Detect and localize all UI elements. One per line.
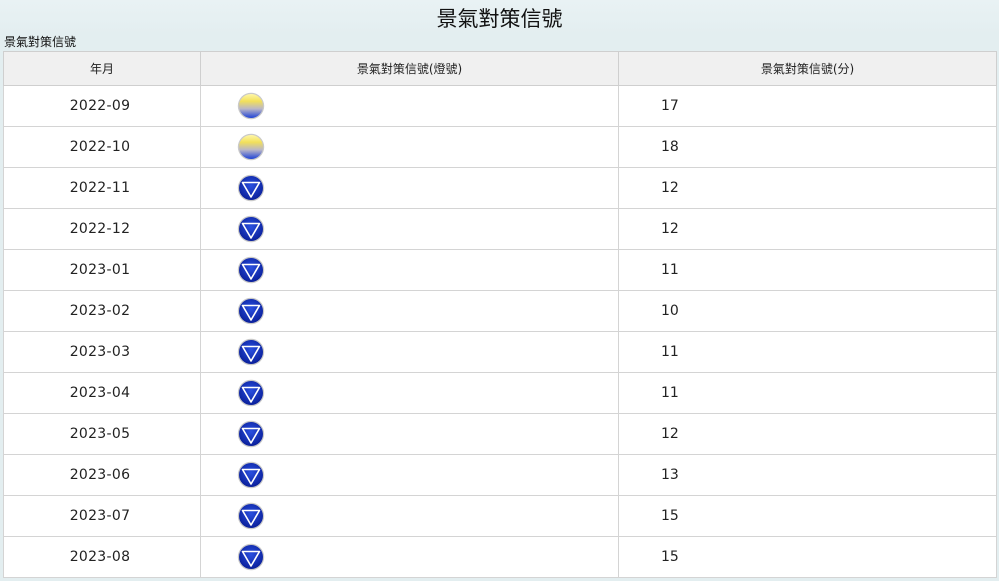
- table-row: 2023-07 15: [3, 495, 997, 537]
- table-row: 2022-09 17: [3, 85, 997, 127]
- table-row: 2023-05 12: [3, 413, 997, 455]
- table-row: 2023-02 10: [3, 290, 997, 332]
- light-cell: [200, 290, 619, 332]
- month-cell: 2023-06: [3, 454, 201, 496]
- light-cell: [200, 536, 619, 578]
- blue-signal-icon: [237, 420, 265, 448]
- light-cell: [200, 454, 619, 496]
- table-caption: 景氣對策信號: [4, 35, 77, 49]
- month-cell: 2023-01: [3, 249, 201, 291]
- score-cell: 12: [618, 167, 997, 209]
- blue-signal-icon: [237, 297, 265, 325]
- table-row: 2022-10 18: [3, 126, 997, 168]
- light-cell: [200, 167, 619, 209]
- month-cell: 2023-03: [3, 331, 201, 373]
- light-cell: [200, 413, 619, 455]
- light-cell: [200, 495, 619, 537]
- light-cell: [200, 249, 619, 291]
- score-cell: 11: [618, 249, 997, 291]
- blue-signal-icon: [237, 256, 265, 284]
- month-cell: 2022-10: [3, 126, 201, 168]
- score-cell: 10: [618, 290, 997, 332]
- column-header-score: 景氣對策信號(分): [618, 51, 997, 86]
- yellow-blue-signal-icon: [237, 133, 265, 161]
- table-row: 2023-01 11: [3, 249, 997, 291]
- table-row: 2022-11 12: [3, 167, 997, 209]
- blue-signal-icon: [237, 379, 265, 407]
- blue-signal-icon: [237, 215, 265, 243]
- score-cell: 11: [618, 372, 997, 414]
- table-row: 2023-03 11: [3, 331, 997, 373]
- month-cell: 2022-11: [3, 167, 201, 209]
- table-row: 2023-06 13: [3, 454, 997, 496]
- column-header-light: 景氣對策信號(燈號): [200, 51, 619, 86]
- blue-signal-icon: [237, 502, 265, 530]
- light-cell: [200, 85, 619, 127]
- blue-signal-icon: [237, 461, 265, 489]
- month-cell: 2022-12: [3, 208, 201, 250]
- light-cell: [200, 126, 619, 168]
- score-cell: 12: [618, 413, 997, 455]
- month-cell: 2023-02: [3, 290, 201, 332]
- page-title: 景氣對策信號: [0, 0, 999, 34]
- light-cell: [200, 208, 619, 250]
- blue-signal-icon: [237, 174, 265, 202]
- month-cell: 2023-08: [3, 536, 201, 578]
- month-cell: 2023-04: [3, 372, 201, 414]
- yellow-blue-signal-icon: [237, 92, 265, 120]
- score-cell: 15: [618, 495, 997, 537]
- light-cell: [200, 331, 619, 373]
- table-row: 2023-04 11: [3, 372, 997, 414]
- score-cell: 15: [618, 536, 997, 578]
- light-cell: [200, 372, 619, 414]
- score-cell: 11: [618, 331, 997, 373]
- column-header-month: 年月: [3, 51, 201, 86]
- score-cell: 18: [618, 126, 997, 168]
- score-cell: 17: [618, 85, 997, 127]
- signal-table: 年月 景氣對策信號(燈號) 景氣對策信號(分) 2022-09 17 2022-10…: [3, 51, 997, 578]
- month-cell: 2023-07: [3, 495, 201, 537]
- table-row: 2022-12 12: [3, 208, 997, 250]
- score-cell: 12: [618, 208, 997, 250]
- score-cell: 13: [618, 454, 997, 496]
- table-row: 2023-08 15: [3, 536, 997, 578]
- month-cell: 2023-05: [3, 413, 201, 455]
- month-cell: 2022-09: [3, 85, 201, 127]
- table-header-row: 年月 景氣對策信號(燈號) 景氣對策信號(分): [3, 51, 997, 86]
- blue-signal-icon: [237, 338, 265, 366]
- blue-signal-icon: [237, 543, 265, 571]
